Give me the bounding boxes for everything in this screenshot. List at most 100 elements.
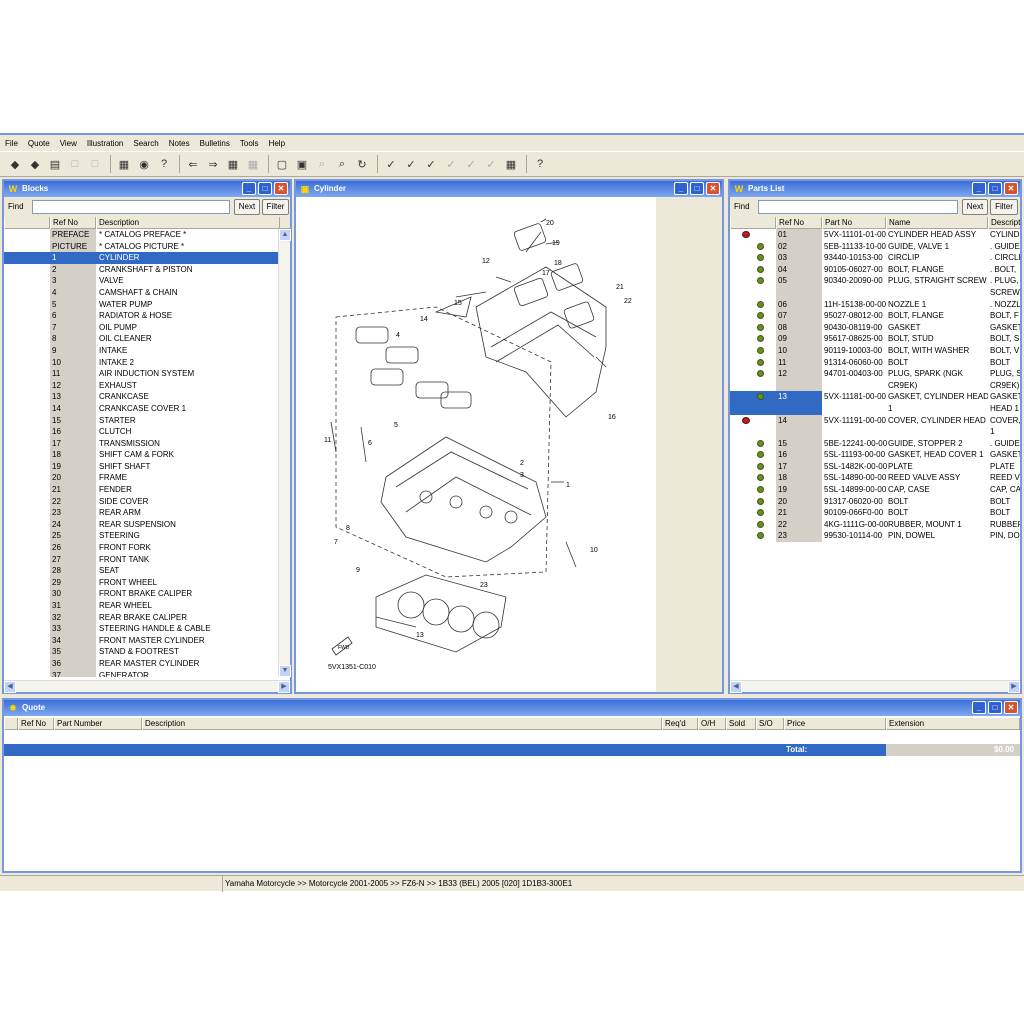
part-row[interactable]: 08 90430-08119-00 GASKET GASKET xyxy=(730,321,1020,334)
maximize-button[interactable]: □ xyxy=(258,182,272,195)
close-button[interactable]: ✕ xyxy=(706,182,720,195)
block-row[interactable]: 4 CAMSHAFT & CHAIN xyxy=(4,286,278,299)
part-row[interactable]: 01 5VX-11101-01-00 CYLINDER HEAD ASSY CYLIN… xyxy=(730,229,1020,241)
callout-12[interactable]: 12 xyxy=(482,258,490,265)
block-row[interactable]: 21 FENDER xyxy=(4,484,278,496)
part-icon[interactable] xyxy=(730,345,776,357)
callout-6[interactable]: 6 xyxy=(368,440,372,447)
header-on-hand[interactable]: O/H xyxy=(698,718,726,730)
blocks-horizontal-scrollbar[interactable]: ◀ ▶ xyxy=(4,680,290,693)
zoom-window-icon[interactable]: ▣ xyxy=(293,155,311,173)
callout-13[interactable]: 13 xyxy=(416,632,424,639)
callout-5[interactable]: 5 xyxy=(394,422,398,429)
header-special-order[interactable]: S/O xyxy=(756,718,784,730)
block-row[interactable]: 10 INTAKE 2 xyxy=(4,356,278,369)
blocks-find-input[interactable] xyxy=(32,200,230,214)
block-row[interactable]: 9 INTAKE xyxy=(4,344,278,357)
block-row[interactable]: 12 EXHAUST xyxy=(4,379,278,392)
assembly-icon[interactable] xyxy=(730,229,776,241)
block-row[interactable]: 28 SEAT xyxy=(4,565,278,577)
part-row[interactable]: 04 90105-06027-00 BOLT, FLANGE . BOLT, xyxy=(730,263,1020,276)
print-icon[interactable]: ▤ xyxy=(46,155,64,173)
close-button[interactable]: ✕ xyxy=(1004,182,1018,195)
part-icon[interactable] xyxy=(730,496,776,508)
block-row[interactable]: 35 STAND & FOOTREST xyxy=(4,646,278,658)
part-row[interactable]: 18 5SL-14890-00-00 REED VALVE ASSY REED V xyxy=(730,472,1020,485)
menu-search[interactable]: Search xyxy=(128,137,163,151)
part-info-icon[interactable]: ✓ xyxy=(422,155,440,173)
find-binoculars-icon[interactable]: ◉ xyxy=(135,155,153,173)
block-row[interactable]: 5 WATER PUMP xyxy=(4,298,278,311)
header-part-number[interactable]: Part Number xyxy=(54,718,142,730)
part-icon[interactable] xyxy=(730,519,776,531)
block-row[interactable]: PICTURE * CATALOG PICTURE * xyxy=(4,240,278,253)
callout-22[interactable]: 22 xyxy=(624,298,632,305)
grid-icon[interactable]: ▦ xyxy=(224,155,242,173)
maximize-button[interactable]: □ xyxy=(988,182,1002,195)
minimize-button[interactable]: _ xyxy=(674,182,688,195)
back-arrow-icon[interactable]: ⇐ xyxy=(184,155,202,173)
help-icon[interactable]: ? xyxy=(531,155,549,173)
part-icon[interactable] xyxy=(730,391,776,415)
callout-18[interactable]: 18 xyxy=(554,260,562,267)
header-extension[interactable]: Extension xyxy=(886,718,1020,730)
block-row[interactable]: 22 SIDE COVER xyxy=(4,495,278,508)
block-row[interactable]: 20 FRAME xyxy=(4,472,278,485)
callout-23[interactable]: 23 xyxy=(480,582,488,589)
part-row[interactable]: 21 90109-066F0-00 BOLT BOLT xyxy=(730,507,1020,519)
callout-21[interactable]: 21 xyxy=(616,284,624,291)
assembly-icon[interactable] xyxy=(730,415,776,438)
part-icon[interactable] xyxy=(730,507,776,519)
scroll-down-icon[interactable]: ▼ xyxy=(279,665,291,677)
block-row[interactable]: 27 FRONT TANK xyxy=(4,553,278,566)
header-reqd[interactable]: Req'd xyxy=(662,718,698,730)
part-icon[interactable] xyxy=(730,333,776,345)
part-row[interactable]: 02 5EB-11133-10-00 GUIDE, VALVE 1 . GUIDE xyxy=(730,240,1020,253)
illustration-canvas[interactable]: 20 19 18 17 16 15 14 12 22 21 4 1 2 3 5 … xyxy=(296,197,656,692)
callout-15[interactable]: 15 xyxy=(454,300,462,307)
callout-10[interactable]: 10 xyxy=(590,547,598,554)
menu-tools[interactable]: Tools xyxy=(235,137,264,151)
block-row[interactable]: 13 CRANKCASE xyxy=(4,391,278,403)
zoom-in-icon[interactable]: ⌕ xyxy=(333,155,351,173)
header-description[interactable]: Description xyxy=(142,718,662,730)
part-icon[interactable] xyxy=(730,299,776,311)
block-row[interactable]: 3 VALVE xyxy=(4,275,278,287)
header-part-no[interactable]: Part No xyxy=(822,217,886,229)
callout-8[interactable]: 8 xyxy=(346,525,350,532)
part-icon[interactable] xyxy=(730,438,776,450)
header-ref-no[interactable]: Ref No xyxy=(776,217,822,229)
parts-horizontal-scrollbar[interactable]: ◀ ▶ xyxy=(730,680,1020,693)
copy-icon[interactable]: □ xyxy=(66,155,84,173)
menu-illustration[interactable]: Illustration xyxy=(82,137,128,151)
scroll-left-icon[interactable]: ◀ xyxy=(730,681,742,693)
forward-arrow-icon[interactable]: ⇒ xyxy=(204,155,222,173)
part-icon[interactable] xyxy=(730,310,776,322)
menu-file[interactable]: File xyxy=(0,137,23,151)
block-row[interactable]: 36 REAR MASTER CYLINDER xyxy=(4,657,278,670)
scroll-right-icon[interactable]: ▶ xyxy=(1008,681,1020,693)
block-row[interactable]: 33 STEERING HANDLE & CABLE xyxy=(4,623,278,635)
callout-2[interactable]: 2 xyxy=(520,460,524,467)
parts-next-button[interactable]: Next xyxy=(962,199,988,215)
callout-19[interactable]: 19 xyxy=(552,240,560,247)
part-icon[interactable] xyxy=(730,530,776,542)
context-help-icon[interactable]: ? xyxy=(155,155,173,173)
part-row[interactable]: 05 90340-20090-00 PLUG, STRAIGHT SCREW. PL… xyxy=(730,275,1020,299)
part-icon[interactable] xyxy=(730,368,776,391)
block-row[interactable]: 29 FRONT WHEEL xyxy=(4,576,278,589)
maximize-button[interactable]: □ xyxy=(988,701,1002,714)
menu-view[interactable]: View xyxy=(55,137,82,151)
table-view-icon[interactable]: ▦ xyxy=(115,155,133,173)
header-ref-no[interactable]: Ref No xyxy=(50,217,96,229)
block-row[interactable]: 37 GENERATOR xyxy=(4,669,278,677)
block-row[interactable]: 30 FRONT BRAKE CALIPER xyxy=(4,588,278,600)
part-row[interactable]: 15 5BE-12241-00-00 GUIDE, STOPPER 2 . GUIDE xyxy=(730,437,1020,450)
part-row[interactable]: 12 94701-00403-00 PLUG, SPARK (NGK PLUG, SC… xyxy=(730,368,1020,392)
block-row[interactable]: 34 FRONT MASTER CYLINDER xyxy=(4,634,278,647)
callout-3[interactable]: 3 xyxy=(520,472,524,479)
part-row[interactable]: 03 93440-10153-00 CIRCLIP . CIRCLI xyxy=(730,252,1020,264)
part-icon[interactable] xyxy=(730,264,776,276)
block-row[interactable]: 16 CLUTCH xyxy=(4,426,278,438)
block-row[interactable]: 17 TRANSMISSION xyxy=(4,437,278,450)
